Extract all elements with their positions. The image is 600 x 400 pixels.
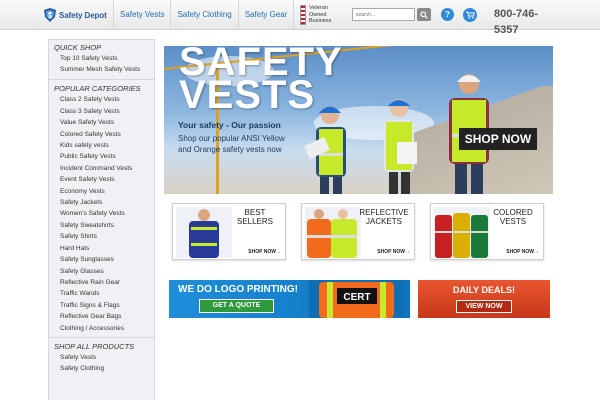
card-best-sellers[interactable]: BEST SELLERS SHOP NOW→ — [172, 203, 286, 260]
best-sellers-image — [176, 207, 232, 258]
cart-button[interactable] — [463, 8, 477, 22]
help-icon: ? — [445, 10, 450, 19]
sidebar-item-class3[interactable]: Class 3 Safety Vests — [49, 106, 154, 117]
nav-safety-gear[interactable]: Safety Gear — [237, 0, 295, 30]
sidebar-item-traffic-wands[interactable]: Traffic Wands — [49, 288, 154, 299]
veteran-text-line3: Business — [309, 18, 332, 25]
sidebar-item-value[interactable]: Value Safety Vests — [49, 117, 154, 128]
sidebar-item-summer-mesh[interactable]: Summer Mesh Safety Vests — [49, 64, 154, 76]
deals-banner-title: DAILY DEALS! — [452, 285, 515, 295]
hero-banner[interactable]: SAFETY VESTS Your safety - Our passion S… — [164, 46, 553, 194]
site-logo[interactable]: Safety Depot — [44, 7, 107, 23]
sidebar-item-shirts[interactable]: Safety Shirts — [49, 231, 154, 242]
sidebar-item-traffic-signs[interactable]: Traffic Signs & Flags — [49, 300, 154, 311]
colored-vests-image — [434, 207, 490, 258]
card-shop-now[interactable]: SHOP NOW→ — [248, 249, 281, 255]
sidebar-item-colored[interactable]: Colored Safety Vests — [49, 129, 154, 140]
cart-icon — [465, 11, 475, 19]
sidebar-item-sunglasses[interactable]: Safety Sunglasses — [49, 254, 154, 265]
vest-print-text: CERT — [343, 292, 370, 303]
sidebar-item-womens[interactable]: Women's Safety Vests — [49, 208, 154, 219]
card-title: BEST SELLERS — [236, 208, 274, 226]
hero-shop-now-button[interactable]: SHOP NOW — [459, 128, 537, 150]
shield-logo-icon — [44, 8, 56, 22]
sidebar-item-clothing-accessories[interactable]: Clothing / Accessories — [49, 323, 154, 334]
popular-categories-heading: POPULAR CATEGORIES — [54, 84, 141, 94]
logo-banner-title: WE DO LOGO PRINTING! — [178, 284, 298, 295]
card-title: COLORED VESTS — [493, 208, 533, 226]
veteran-owned-badge: Veteran Owned Business — [300, 3, 331, 27]
card-colored-vests[interactable]: COLORED VESTS SHOP NOW→ — [430, 203, 544, 260]
hero-tagline: Your safety - Our passion — [178, 120, 281, 130]
nav-safety-vests[interactable]: Safety Vests — [113, 0, 170, 30]
search-input[interactable] — [352, 8, 415, 21]
sidebar-item-top-10-vests[interactable]: Top 10 Safety Vests — [49, 53, 154, 64]
hero-subtext: Shop our popular ANSI Yellow and Orange … — [178, 134, 285, 154]
divider — [49, 79, 154, 81]
sidebar-item-all-vests[interactable]: Safety Vests — [49, 352, 154, 363]
sidebar-item-incident[interactable]: Incident Command Vests — [49, 163, 154, 174]
shop-all-heading: SHOP ALL PRODUCTS — [54, 341, 135, 351]
view-now-button[interactable]: VIEW NOW — [456, 300, 512, 313]
card-shop-now[interactable]: SHOP NOW→ — [506, 249, 539, 255]
card-title: REFLECTIVE JACKETS — [359, 208, 409, 226]
nav-safety-clothing[interactable]: Safety Clothing — [170, 0, 237, 30]
worker-image-1 — [304, 106, 346, 194]
sidebar: QUICK SHOP Top 10 Safety Vests Summer Me… — [48, 39, 155, 400]
flag-icon — [300, 5, 306, 25]
worker-image-2 — [384, 99, 417, 194]
sidebar-item-glasses[interactable]: Safety Glasses — [49, 266, 154, 277]
logo-printing-banner[interactable]: WE DO LOGO PRINTING! GET A QUOTE CERT — [169, 280, 410, 318]
search-button[interactable] — [417, 8, 431, 21]
sidebar-item-event[interactable]: Event Safety Vests — [49, 174, 154, 185]
sidebar-item-kids[interactable]: Kids safety vests — [49, 140, 154, 151]
sidebar-item-sweatshirts[interactable]: Safety Sweatshirts — [49, 220, 154, 231]
site-header: Safety Depot Safety Vests Safety Clothin… — [0, 0, 600, 36]
sidebar-item-gear-bags[interactable]: Reflective Gear Bags — [49, 311, 154, 322]
sidebar-item-public[interactable]: Public Safety Vests — [49, 151, 154, 162]
reflective-jackets-image — [305, 207, 361, 258]
logo-text: Safety Depot — [59, 10, 107, 20]
divider — [49, 336, 154, 338]
help-button[interactable]: ? — [441, 8, 454, 21]
quick-shop-heading: QUICK SHOP — [54, 43, 102, 52]
phone-number[interactable]: 800-746-5357 — [494, 6, 554, 38]
sidebar-item-all-clothing[interactable]: Safety Clothing — [49, 363, 154, 374]
sidebar-item-class2[interactable]: Class 2 Safety Vests — [49, 94, 154, 105]
daily-deals-banner[interactable]: DAILY DEALS! VIEW NOW — [418, 280, 550, 318]
printed-vest-image: CERT — [309, 280, 404, 318]
card-shop-now[interactable]: SHOP NOW→ — [377, 249, 410, 255]
sidebar-item-rain-gear[interactable]: Reflective Rain Gear — [49, 277, 154, 288]
card-reflective-jackets[interactable]: REFLECTIVE JACKETS SHOP NOW→ — [301, 203, 415, 260]
sidebar-item-economy[interactable]: Economy Vests — [49, 186, 154, 197]
main-nav: Safety Vests Safety Clothing Safety Gear — [113, 0, 295, 30]
search-icon — [420, 10, 428, 19]
sidebar-item-hard-hats[interactable]: Hard Hats — [49, 243, 154, 254]
get-a-quote-button[interactable]: GET A QUOTE — [199, 299, 274, 313]
sidebar-item-jackets[interactable]: Safety Jackets — [49, 197, 154, 208]
